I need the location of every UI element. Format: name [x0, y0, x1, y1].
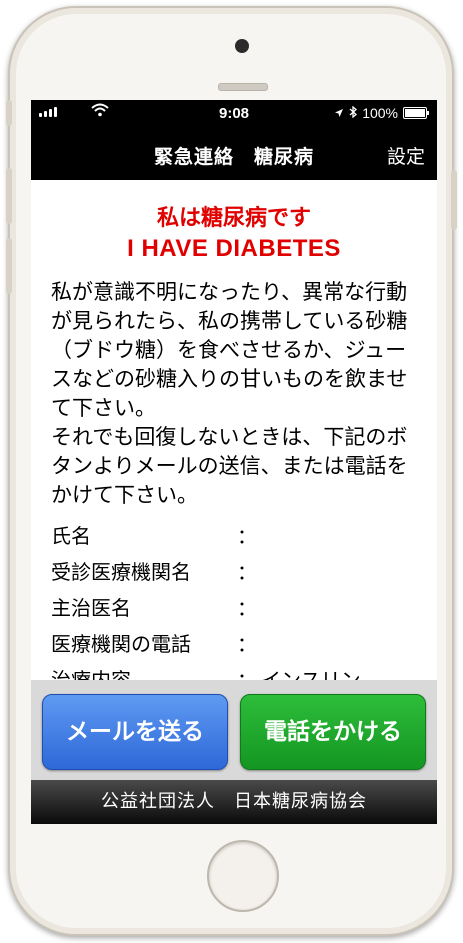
front-camera [235, 39, 249, 53]
diabetes-heading: 私は糖尿病です I HAVE DIABETES [31, 204, 437, 264]
info-colon: ： [237, 668, 257, 680]
bluetooth-icon [349, 105, 358, 121]
info-value [261, 556, 437, 592]
info-label: 治療内容 [51, 668, 131, 680]
battery-percent: 100% [362, 105, 398, 121]
info-value [261, 520, 437, 556]
heading-english: I HAVE DIABETES [127, 235, 341, 262]
mute-switch [6, 100, 12, 126]
info-colon: ： [237, 632, 257, 656]
info-row-hospital-phone: 医療機関の電話 ： [51, 628, 437, 664]
info-colon: ： [237, 560, 257, 584]
info-label: 主治医名 [51, 596, 131, 620]
nav-bar: 緊急連絡 糖尿病 設定 [31, 128, 437, 180]
heading-japanese: 私は糖尿病です [156, 206, 311, 231]
info-value: インスリン [261, 668, 361, 680]
info-label: 氏名 [51, 524, 91, 548]
message-paragraph-1: 私が意識不明になったり、異常な行動が見られたら、私の携帯している砂糖（ブドウ糖）… [51, 280, 408, 420]
info-label: 受診医療機関名 [51, 560, 191, 584]
home-button[interactable] [207, 840, 279, 912]
footer-organization: 公益社団法人 日本糖尿病協会 [31, 780, 437, 824]
info-row-name: 氏名 ： [51, 520, 437, 556]
info-colon: ： [237, 524, 257, 548]
info-row-doctor: 主治医名 ： [51, 592, 437, 628]
power-button [451, 170, 457, 230]
send-mail-button[interactable]: メールを送る [42, 694, 228, 770]
location-arrow-icon [334, 105, 344, 121]
message-paragraph-2: それでも回復しないときは、下記のボタンよりメールの送信、または電話をかけて下さい… [51, 425, 408, 507]
app-screen: 9:08 100% 緊急連絡 糖尿病 設定 私は糖尿病です I HAVE DIA… [31, 100, 437, 824]
volume-up-button [6, 168, 12, 224]
settings-button[interactable]: 設定 [387, 142, 425, 169]
info-value [261, 628, 437, 664]
nav-title: 緊急連絡 糖尿病 [153, 146, 314, 168]
info-row-hospital: 受診医療機関名 ： [51, 556, 437, 592]
battery-icon [403, 107, 429, 119]
main-content: 私は糖尿病です I HAVE DIABETES 私が意識不明になったり、異常な行… [31, 180, 437, 680]
volume-down-button [6, 238, 12, 294]
status-bar: 9:08 100% [31, 100, 437, 128]
emergency-message: 私が意識不明になったり、異常な行動が見られたら、私の携帯している砂糖（ブドウ糖）… [51, 278, 425, 510]
call-phone-button[interactable]: 電話をかける [240, 694, 426, 770]
info-value [261, 592, 437, 628]
info-row-treatment: 治療内容 ： インスリン [51, 664, 437, 680]
action-bar: メールを送る 電話をかける [31, 680, 437, 780]
info-colon: ： [237, 596, 257, 620]
personal-info-list: 氏名 ： 受診医療機関名 ： 主治医名 ： 医療機関の電話 ： 治療内容 ： イ… [51, 520, 437, 680]
info-label: 医療機関の電話 [51, 632, 191, 656]
earpiece-speaker [218, 83, 268, 91]
